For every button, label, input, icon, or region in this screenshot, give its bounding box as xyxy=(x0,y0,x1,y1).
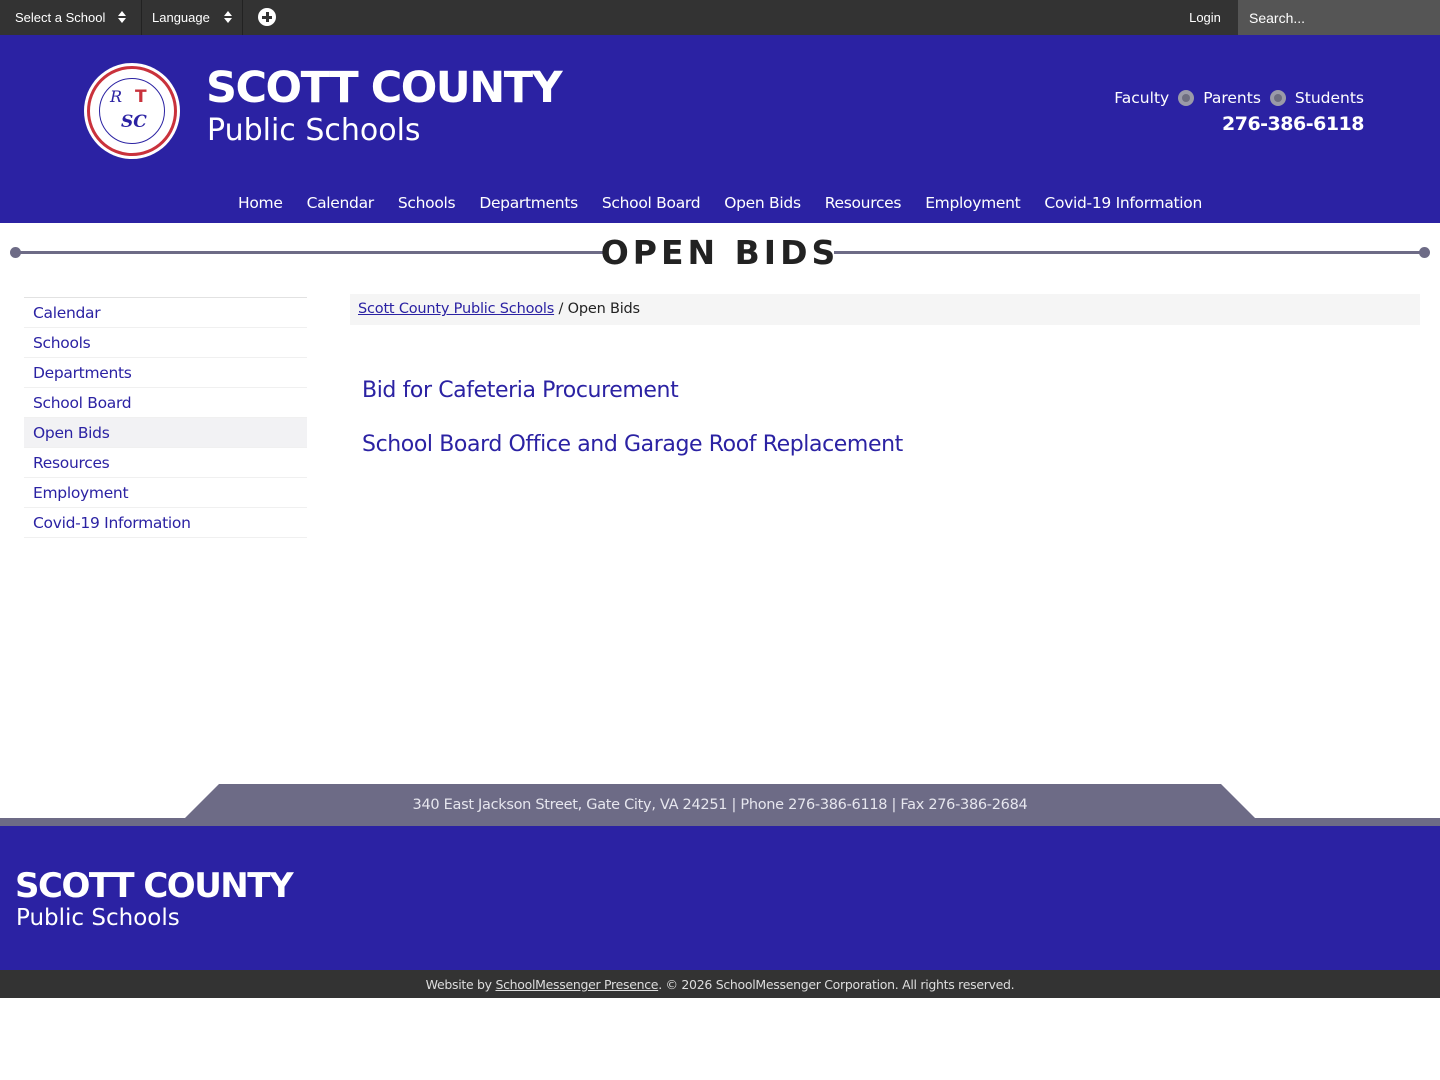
top-utility-bar: Select a School Language Login xyxy=(0,0,1440,35)
site-footer: SCOTT COUNTY Public Schools xyxy=(0,826,1440,970)
sidebar-item-school-board[interactable]: School Board xyxy=(24,388,307,418)
sidebar-item-schools[interactable]: Schools xyxy=(24,328,307,358)
page-title-band: OPEN BIDS xyxy=(0,223,1440,283)
nav-item-covid-19[interactable]: Covid-19 Information xyxy=(1032,190,1214,216)
seal-glyph: SC xyxy=(121,112,147,132)
sidebar-item-resources[interactable]: Resources xyxy=(24,448,307,478)
header-phone: 276-386-6118 xyxy=(1222,113,1364,135)
sidebar-item-covid-19[interactable]: Covid-19 Information xyxy=(24,508,307,538)
bid-link-roof-replacement[interactable]: School Board Office and Garage Roof Repl… xyxy=(362,432,903,457)
sort-arrows-icon xyxy=(118,11,126,24)
copyright-prefix: Website by xyxy=(425,977,492,992)
seal-glyph: R xyxy=(110,87,123,106)
footer-subtitle: Public Schools xyxy=(16,905,180,931)
site-header: R T SC SCOTT COUNTY Public Schools Facul… xyxy=(0,35,1440,223)
nav-item-calendar[interactable]: Calendar xyxy=(295,190,386,216)
sidebar-item-departments[interactable]: Departments xyxy=(24,358,307,388)
seal-glyph: T xyxy=(135,87,147,107)
sidebar-item-calendar[interactable]: Calendar xyxy=(24,298,307,328)
nav-item-departments[interactable]: Departments xyxy=(467,190,590,216)
footer-accent-line xyxy=(0,818,186,826)
school-select[interactable]: Select a School xyxy=(0,0,142,35)
language-select[interactable]: Language xyxy=(142,0,243,35)
sidebar-item-open-bids[interactable]: Open Bids xyxy=(24,418,307,448)
login-link[interactable]: Login xyxy=(1172,0,1238,35)
district-seal-logo[interactable]: R T SC xyxy=(84,63,180,159)
nav-item-school-board[interactable]: School Board xyxy=(590,190,712,216)
site-subtitle[interactable]: Public Schools xyxy=(207,113,421,149)
sidebar-item-employment[interactable]: Employment xyxy=(24,478,307,508)
footer-title: SCOTT COUNTY xyxy=(15,866,294,906)
language-select-label: Language xyxy=(152,10,210,25)
radio-dot-icon xyxy=(1269,90,1286,106)
sidebar-nav: Calendar Schools Departments School Boar… xyxy=(24,297,307,538)
plus-circle-icon[interactable] xyxy=(258,8,276,26)
nav-item-resources[interactable]: Resources xyxy=(813,190,913,216)
quick-link-faculty[interactable]: Faculty xyxy=(1114,89,1169,107)
nav-item-employment[interactable]: Employment xyxy=(913,190,1032,216)
quick-links: Faculty Parents Students xyxy=(1114,87,1364,109)
page-title: OPEN BIDS xyxy=(600,233,840,272)
seal-inner-ring xyxy=(99,78,165,144)
quick-link-students[interactable]: Students xyxy=(1295,89,1364,107)
copyright-bar: Website by SchoolMessenger Presence. © 2… xyxy=(0,970,1440,998)
bid-link-cafeteria[interactable]: Bid for Cafeteria Procurement xyxy=(362,378,679,403)
breadcrumb-separator: / xyxy=(558,301,564,317)
sort-arrows-icon xyxy=(224,11,232,24)
breadcrumb-current: Open Bids xyxy=(567,301,640,317)
breadcrumb-home-link[interactable]: Scott County Public Schools xyxy=(358,301,554,317)
radio-dot-icon xyxy=(1178,90,1195,106)
school-select-label: Select a School xyxy=(15,10,106,25)
quick-link-parents[interactable]: Parents xyxy=(1203,89,1261,107)
footer-address: 340 East Jackson Street, Gate City, VA 2… xyxy=(412,797,1028,813)
copyright-suffix: . © 2026 SchoolMessenger Corporation. Al… xyxy=(658,977,1015,992)
site-title[interactable]: SCOTT COUNTY xyxy=(206,63,563,113)
footer-accent-line xyxy=(1254,818,1440,826)
nav-item-home[interactable]: Home xyxy=(226,190,295,216)
breadcrumb: Scott County Public Schools / Open Bids xyxy=(350,294,1420,325)
search-input[interactable] xyxy=(1238,0,1440,35)
schoolmessenger-link[interactable]: SchoolMessenger Presence xyxy=(495,977,658,992)
nav-item-schools[interactable]: Schools xyxy=(386,190,467,216)
nav-item-open-bids[interactable]: Open Bids xyxy=(712,190,812,216)
main-nav: Home Calendar Schools Departments School… xyxy=(0,190,1440,216)
